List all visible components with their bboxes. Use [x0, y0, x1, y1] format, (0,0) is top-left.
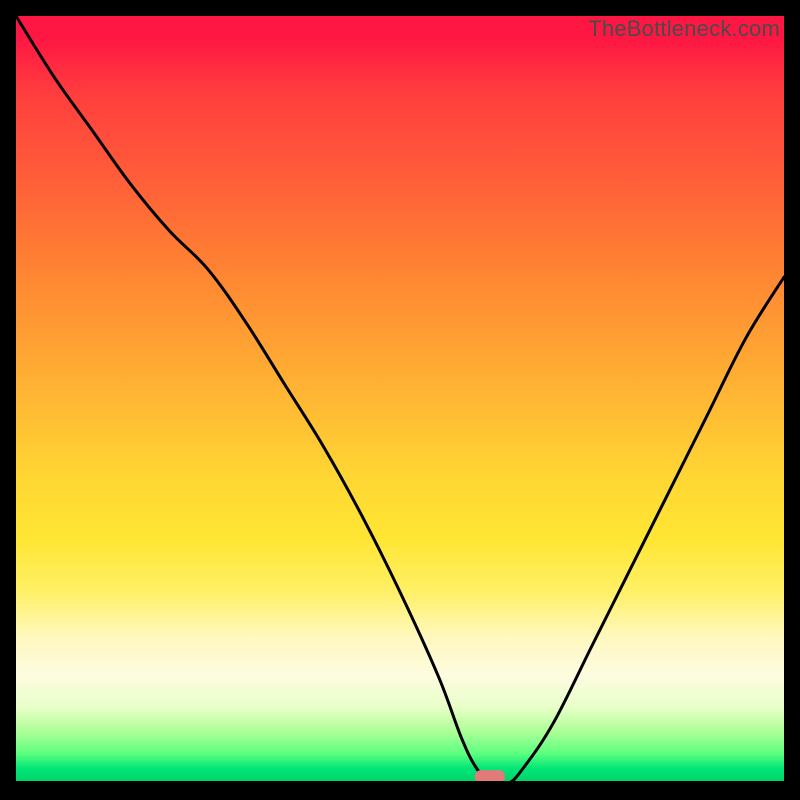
curve-path	[16, 16, 784, 786]
plot-area: TheBottleneck.com	[16, 16, 784, 784]
bottleneck-curve	[16, 16, 784, 784]
watermark-text: TheBottleneck.com	[588, 16, 780, 42]
chart-frame: TheBottleneck.com	[0, 0, 800, 800]
